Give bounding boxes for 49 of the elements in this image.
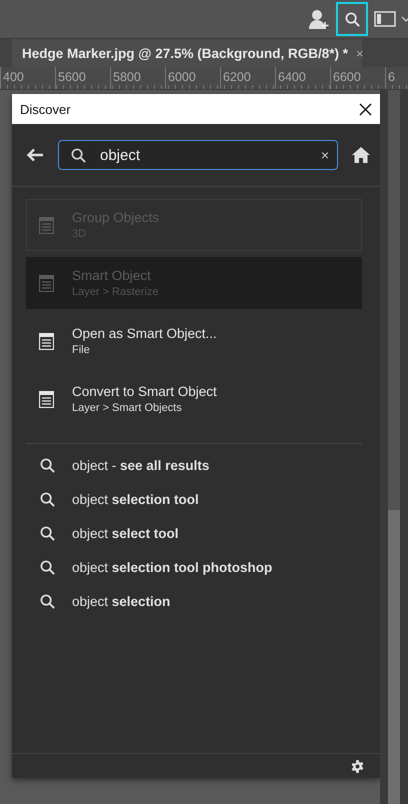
- list-icon: [39, 332, 54, 350]
- close-tab-button[interactable]: ×: [356, 46, 364, 60]
- suggestion-item[interactable]: object selection tool: [40, 482, 380, 516]
- search-icon: [344, 12, 360, 26]
- list-icon: [39, 216, 54, 234]
- suggestion-text: object selection tool photoshop: [72, 560, 272, 574]
- search-icon: [40, 526, 55, 540]
- dialog-title: Discover: [20, 102, 71, 116]
- close-icon[interactable]: [359, 102, 372, 116]
- result-title: Smart Object: [72, 268, 152, 283]
- scrollbar[interactable]: [388, 90, 400, 804]
- chevron-down-icon[interactable]: [402, 16, 408, 22]
- result-path: Layer > Smart Objects: [72, 402, 183, 414]
- search-icon: [71, 148, 86, 162]
- search-button[interactable]: [336, 2, 368, 36]
- ruler-label: 5800: [110, 67, 165, 89]
- ruler-label: 6000: [165, 67, 220, 89]
- search-icon: [40, 492, 55, 506]
- list-icon: [39, 274, 54, 292]
- home-icon[interactable]: [352, 147, 370, 163]
- search-field[interactable]: object ×: [58, 140, 338, 170]
- ruler-label: 400: [0, 67, 55, 89]
- list-icon: [39, 390, 54, 408]
- suggestion-text: object - see all results: [72, 458, 210, 472]
- ruler-label: 5600: [55, 67, 110, 89]
- suggestion-item[interactable]: object - see all results: [40, 448, 380, 482]
- suggestion-item[interactable]: object selection: [40, 584, 380, 618]
- search-icon: [40, 594, 55, 608]
- suggestion-item[interactable]: object selection tool photoshop: [40, 550, 380, 584]
- suggestion-text: object select tool: [72, 526, 179, 540]
- document-tab[interactable]: Hedge Marker.jpg @ 27.5% (Background, RGB/8*) * ×: [12, 39, 362, 67]
- suggestion-text: object selection: [72, 594, 170, 608]
- document-title: Hedge Marker.jpg @ 27.5% (Background, RGB/8*) *: [22, 46, 348, 60]
- ruler-label: 6200: [220, 67, 275, 89]
- result-title: Open as Smart Object...: [72, 326, 217, 341]
- search-icon: [40, 458, 55, 472]
- suggestion-text: object selection tool: [72, 492, 199, 506]
- panel-layout-icon[interactable]: [374, 11, 396, 27]
- ruler-label: 6: [385, 67, 408, 89]
- settings-icon[interactable]: [351, 760, 364, 772]
- search-icon: [40, 560, 55, 574]
- ruler-label: 6400: [275, 67, 330, 89]
- back-arrow-icon[interactable]: [26, 148, 44, 162]
- ruler-label: 6600: [330, 67, 385, 89]
- add-user-icon[interactable]: [308, 8, 330, 30]
- clear-button[interactable]: ×: [320, 147, 329, 163]
- result-path: File: [72, 344, 91, 356]
- result-title: Convert to Smart Object: [72, 384, 217, 399]
- suggestion-item[interactable]: object select tool: [40, 516, 380, 550]
